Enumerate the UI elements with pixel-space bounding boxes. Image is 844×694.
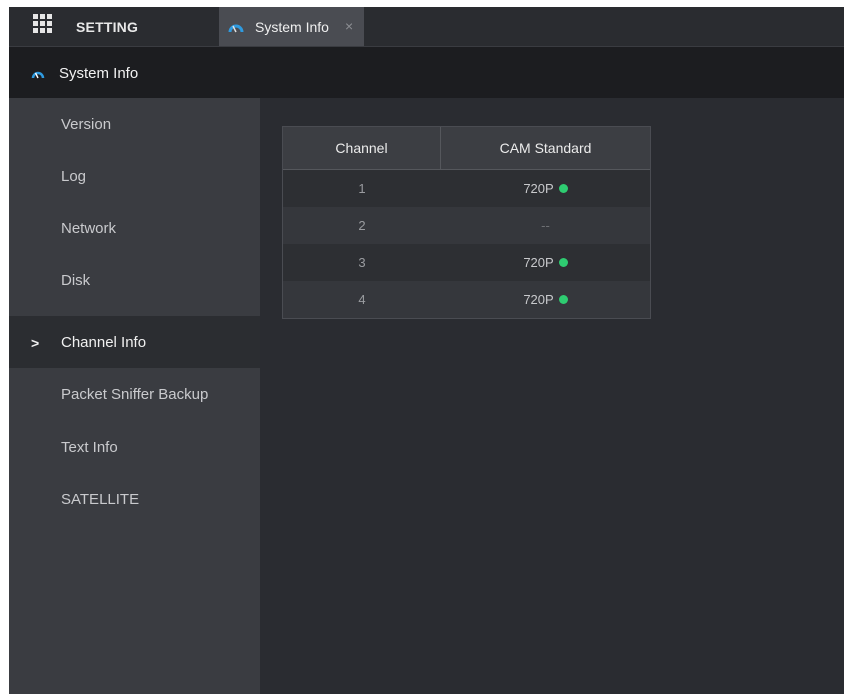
- sidebar-item-label: Log: [61, 168, 87, 185]
- page-title: System Info: [59, 65, 139, 82]
- gauge-icon: [228, 20, 244, 38]
- sidebar-item-packet-sniffer-backup[interactable]: Packet Sniffer Backup: [9, 368, 260, 420]
- sidebar-item-label: SATELLITE: [61, 491, 140, 508]
- channel-cell: 3: [358, 255, 366, 270]
- main-menu-button[interactable]: SETTING: [9, 7, 219, 46]
- grid-menu-icon: [33, 14, 52, 33]
- sidebar-item-label: Version: [61, 116, 112, 133]
- channel-cell: 4: [358, 292, 366, 307]
- table-row: 2 --: [283, 207, 650, 244]
- cam-standard-value: 720P: [523, 181, 554, 196]
- tab-system-info[interactable]: System Info ×: [219, 7, 364, 46]
- sidebar-item-network[interactable]: Network: [9, 202, 260, 254]
- cam-standard-cell: --: [441, 207, 650, 244]
- sidebar-item-disk[interactable]: Disk: [9, 254, 260, 306]
- cam-standard-cell: 720P: [441, 244, 650, 281]
- cam-standard-value: --: [541, 218, 550, 233]
- sidebar-item-version[interactable]: Version: [9, 98, 260, 150]
- tab-label: System Info: [255, 19, 329, 35]
- column-header-channel: Channel: [283, 127, 441, 169]
- table-row: 1 720P: [283, 170, 650, 207]
- sidebar-item-label: Packet Sniffer Backup: [61, 386, 209, 403]
- sidebar-item-channel-info[interactable]: > Channel Info: [9, 316, 260, 368]
- sidebar: Version Log Network Disk > Channel Info …: [9, 98, 260, 694]
- app-window: SETTING System Info × System Info Versio…: [9, 7, 844, 694]
- gauge-icon: [31, 66, 45, 84]
- status-online-icon: [558, 295, 568, 304]
- channel-cell: 1: [358, 181, 366, 196]
- main-menu-label: SETTING: [76, 19, 139, 35]
- sidebar-item-text-info[interactable]: Text Info: [9, 421, 260, 473]
- sidebar-item-label: Channel Info: [61, 334, 147, 351]
- tab-bar: SETTING System Info ×: [9, 7, 844, 47]
- tab-close-icon[interactable]: ×: [345, 18, 353, 34]
- cam-standard-value: 720P: [523, 255, 554, 270]
- channel-table: Channel CAM Standard 1 720P 2 -- 3 720P …: [282, 126, 651, 319]
- page-header: System Info: [9, 47, 844, 98]
- table-header: Channel CAM Standard: [283, 127, 650, 170]
- sidebar-item-satellite[interactable]: SATELLITE: [9, 473, 260, 525]
- cam-standard-value: 720P: [523, 292, 554, 307]
- cam-standard-cell: 720P: [441, 170, 650, 207]
- chevron-right-icon: >: [31, 335, 40, 351]
- status-online-icon: [558, 258, 568, 267]
- table-row: 4 720P: [283, 281, 650, 318]
- table-row: 3 720P: [283, 244, 650, 281]
- cam-standard-cell: 720P: [441, 281, 650, 318]
- sidebar-item-label: Disk: [61, 272, 91, 289]
- channel-cell: 2: [358, 218, 366, 233]
- column-header-cam-standard: CAM Standard: [499, 140, 592, 156]
- sidebar-item-label: Text Info: [61, 439, 118, 456]
- sidebar-item-log[interactable]: Log: [9, 150, 260, 202]
- main-content: Channel CAM Standard 1 720P 2 -- 3 720P …: [260, 98, 844, 694]
- status-online-icon: [558, 184, 568, 193]
- sidebar-item-label: Network: [61, 220, 117, 237]
